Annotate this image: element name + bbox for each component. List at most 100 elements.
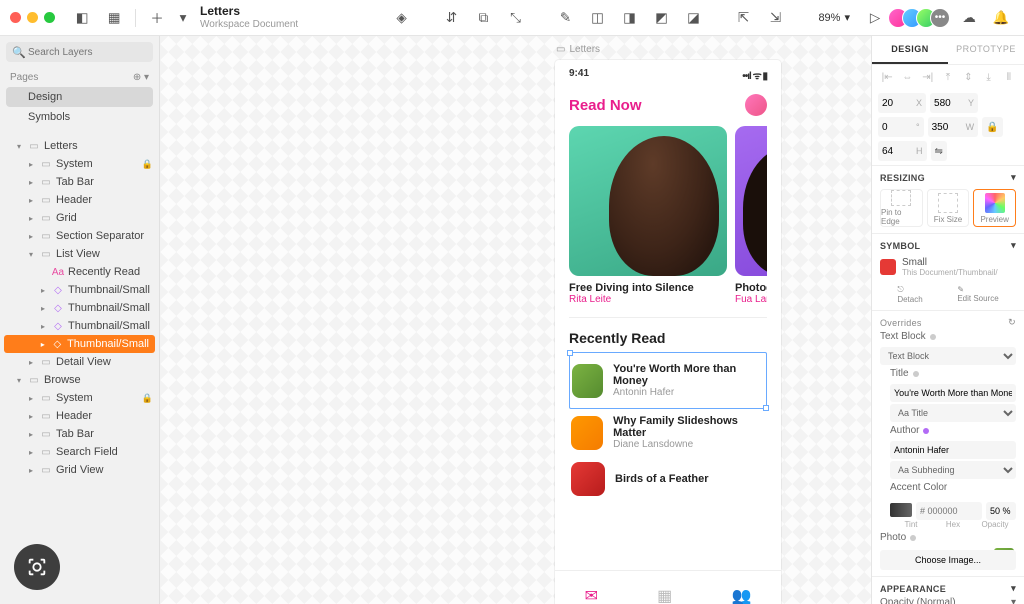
minimize-window-button[interactable] <box>27 12 38 23</box>
heading-recently-read: Recently Read <box>569 330 767 346</box>
author-style-select[interactable]: Aa Subheding <box>890 461 1016 479</box>
fix-size-button[interactable]: Fix Size <box>927 189 970 227</box>
opacity-mode[interactable]: Opacity (Normal)▾ <box>880 594 1016 604</box>
list-title: Birds of a Feather <box>615 473 709 485</box>
align-middle-button[interactable]: ⇕ <box>959 69 977 85</box>
title-style-select[interactable]: Aa Title <box>890 404 1016 422</box>
layer-header[interactable]: ▸▭Header <box>0 191 159 209</box>
layer-b-system[interactable]: ▸▭System🔒 <box>0 389 159 407</box>
align-right-button[interactable]: ⇥| <box>919 69 937 85</box>
layer-thumbnail-small[interactable]: ▸◇Thumbnail/Small <box>0 317 159 335</box>
h-input[interactable]: H <box>878 141 927 161</box>
hex-label: Hex <box>932 520 974 529</box>
forward-icon[interactable]: ⇱ <box>730 6 756 30</box>
artboard-label[interactable]: ▭Letters <box>556 44 600 55</box>
selection-box[interactable]: You're Worth More than Money Antonin Haf… <box>569 352 767 409</box>
layer-browse[interactable]: ▾▭Browse <box>0 371 159 389</box>
union-icon[interactable]: ◫ <box>584 6 610 30</box>
lock-aspect-button[interactable]: 🔒 <box>982 117 1002 137</box>
pin-to-edge-button[interactable]: Pin to Edge <box>880 189 923 227</box>
rotate-input[interactable]: ° <box>878 117 924 137</box>
layer-detail-view[interactable]: ▸▭Detail View <box>0 353 159 371</box>
layer-b-header[interactable]: ▸▭Header <box>0 407 159 425</box>
symbol-icon[interactable]: ◈ <box>388 6 414 30</box>
heading-read-now: Read Now <box>569 97 642 114</box>
x-input[interactable]: X <box>878 93 926 113</box>
distribute-h-icon[interactable]: ⇵ <box>438 6 464 30</box>
sidebar-toggle-button[interactable]: ◧ <box>69 6 95 30</box>
search-layers-input[interactable] <box>6 42 153 62</box>
close-window-button[interactable] <box>10 12 21 23</box>
chevron-down-icon[interactable]: ▾ <box>1011 172 1016 183</box>
hex-input[interactable] <box>916 502 982 520</box>
subtract-icon[interactable]: ◨ <box>616 6 642 30</box>
edit-source-button[interactable]: ✎Edit Source <box>957 285 998 304</box>
layer-recently-read[interactable]: AaRecently Read <box>0 263 159 281</box>
pencil-icon[interactable]: ✎ <box>552 6 578 30</box>
layer-b-search[interactable]: ▸▭Search Field <box>0 443 159 461</box>
w-input[interactable]: W <box>928 117 979 137</box>
add-page-icon[interactable]: ⊕ ▾ <box>133 72 149 83</box>
preview-button[interactable]: ▷ <box>862 6 888 30</box>
card-title: Free Diving into Silence <box>569 282 727 294</box>
zoom-window-button[interactable] <box>44 12 55 23</box>
layer-b-tabbar[interactable]: ▸▭Tab Bar <box>0 425 159 443</box>
cloud-icon[interactable]: ☁ <box>956 6 982 30</box>
align-bottom-button[interactable]: ⤓ <box>979 69 997 85</box>
chevron-down-icon[interactable]: ▾ <box>1011 240 1016 251</box>
notifications-icon[interactable]: 🔔 <box>988 6 1014 30</box>
chevron-down-icon[interactable]: ▾ <box>1011 583 1016 594</box>
list-author: Antonin Hafer <box>613 387 760 398</box>
difference-icon[interactable]: ◪ <box>680 6 706 30</box>
opacity-pct-input[interactable] <box>986 502 1016 520</box>
insert-dropdown[interactable]: ▾ <box>176 6 190 30</box>
preview-box[interactable]: Preview <box>973 189 1016 227</box>
pages-label: Pages <box>10 72 38 83</box>
align-center-button[interactable]: ⇔ <box>898 69 916 85</box>
google-lens-button[interactable] <box>14 544 60 590</box>
layer-tabbar[interactable]: ▸▭Tab Bar <box>0 173 159 191</box>
document-title-block[interactable]: Letters Workspace Document <box>200 5 298 29</box>
align-left-button[interactable]: |⇤ <box>878 69 896 85</box>
layer-section-sep[interactable]: ▸▭Section Separator <box>0 227 159 245</box>
layer-system[interactable]: ▸▭System🔒 <box>0 155 159 173</box>
text-block-select[interactable]: Text Block <box>880 347 1016 365</box>
page-item-design[interactable]: Design <box>6 87 153 107</box>
layer-b-grid[interactable]: ▸▭Grid View <box>0 461 159 479</box>
status-bar: 9:41 ••ıl ᯤ ▮ <box>555 60 781 84</box>
layer-grid[interactable]: ▸▭Grid <box>0 209 159 227</box>
tab-prototype[interactable]: PROTOTYPE <box>948 36 1024 64</box>
layer-thumbnail-small[interactable]: ▸◇Thumbnail/Small <box>0 281 159 299</box>
view-grid-button[interactable]: ▦ <box>101 6 127 30</box>
reset-icon[interactable]: ↻ <box>1008 317 1016 328</box>
backward-icon[interactable]: ⇲ <box>762 6 788 30</box>
choose-image-button[interactable]: Choose Image... <box>880 550 1016 570</box>
layer-thumbnail-small-selected[interactable]: ▸◇Thumbnail/Small <box>4 335 155 353</box>
canvas[interactable]: ▭Letters 9:41 ••ıl ᯤ ▮ Read Now Free Div… <box>160 36 871 604</box>
layer-thumbnail-small[interactable]: ▸◇Thumbnail/Small <box>0 299 159 317</box>
y-input[interactable]: Y <box>930 93 978 113</box>
intersect-icon[interactable]: ◩ <box>648 6 674 30</box>
document-title: Letters <box>200 5 298 18</box>
list-title: You're Worth More than Money <box>613 363 760 387</box>
symbol-picker[interactable]: Small This Document/Thumbnail/ <box>880 257 1016 277</box>
distribute-button[interactable]: ⫴ <box>1000 69 1018 85</box>
insert-button[interactable]: ＋ <box>144 6 170 30</box>
layer-list-view[interactable]: ▾▭List View <box>0 245 159 263</box>
override-photo-label: Photo <box>880 529 1016 546</box>
tab-design[interactable]: DESIGN <box>872 36 948 64</box>
author-override-input[interactable] <box>890 441 1016 459</box>
zoom-control[interactable]: 89%▾ <box>812 11 856 24</box>
scale-icon[interactable]: ⤡ <box>502 6 528 30</box>
detach-button[interactable]: ⎋Detach <box>897 285 922 304</box>
flip-button[interactable]: ⇋ <box>931 141 947 161</box>
tint-swatch[interactable] <box>890 503 912 517</box>
list-thumb <box>572 364 603 398</box>
artboard-letters[interactable]: 9:41 ••ıl ᯤ ▮ Read Now Free Diving into … <box>555 60 781 604</box>
align-top-button[interactable]: ⤒ <box>939 69 957 85</box>
link-icon[interactable]: ⧉ <box>470 6 496 30</box>
title-override-input[interactable] <box>890 384 1016 402</box>
page-item-symbols[interactable]: Symbols <box>6 107 153 127</box>
layer-letters[interactable]: ▾▭Letters <box>0 137 159 155</box>
collaborator-avatars[interactable]: ••• <box>894 8 950 28</box>
